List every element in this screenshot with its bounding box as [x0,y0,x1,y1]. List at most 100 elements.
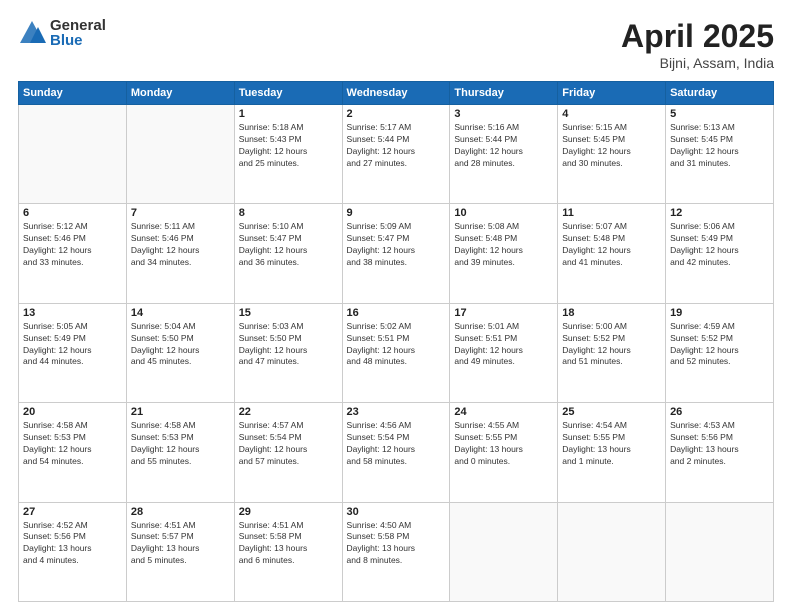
day-number: 9 [347,207,446,219]
calendar-cell [558,502,666,601]
calendar-cell [19,105,127,204]
calendar-cell: 22 Sunrise: 4:57 AM Sunset: 5:54 PM Dayli… [234,403,342,502]
day-number: 27 [23,506,122,518]
calendar-cell: 1Sunrise: 5:18 AM Sunset: 5:43 PM Daylig… [234,105,342,204]
day-number: 22 [239,406,338,418]
calendar-header-wednesday: Wednesday [342,82,450,105]
day-number: 13 [23,307,122,319]
calendar-cell [450,502,558,601]
day-info: Sunrise: 4:53 AM Sunset: 5:56 PM Dayligh… [670,420,769,468]
day-info: Sunrise: 4:58 AM Sunset: 5:53 PM Dayligh… [131,420,230,468]
day-number: 10 [454,207,553,219]
calendar-cell: 28 Sunrise: 4:51 AM Sunset: 5:57 PM Dayli… [126,502,234,601]
day-number: 16 [347,307,446,319]
day-info: Sunrise: 5:00 AM Sunset: 5:52 PM Dayligh… [562,321,661,369]
calendar-cell: 4Sunrise: 5:15 AM Sunset: 5:45 PM Daylig… [558,105,666,204]
calendar-cell: 30Sunrise: 4:50 AM Sunset: 5:58 PM Dayli… [342,502,450,601]
day-info: Sunrise: 5:06 AM Sunset: 5:49 PM Dayligh… [670,221,769,269]
calendar-cell: 12 Sunrise: 5:06 AM Sunset: 5:49 PM Dayli… [666,204,774,303]
calendar-week-row: 20 Sunrise: 4:58 AM Sunset: 5:53 PM Dayli… [19,403,774,502]
day-number: 5 [670,108,769,120]
title-month: April 2025 [621,18,774,55]
calendar-cell: 5 Sunrise: 5:13 AM Sunset: 5:45 PM Daylig… [666,105,774,204]
day-info: Sunrise: 5:17 AM Sunset: 5:44 PM Dayligh… [347,122,446,170]
calendar-cell: 20 Sunrise: 4:58 AM Sunset: 5:53 PM Dayli… [19,403,127,502]
day-number: 1 [239,108,338,120]
calendar-cell: 18 Sunrise: 5:00 AM Sunset: 5:52 PM Dayli… [558,303,666,402]
calendar-cell: 26Sunrise: 4:53 AM Sunset: 5:56 PM Dayli… [666,403,774,502]
day-info: Sunrise: 5:12 AM Sunset: 5:46 PM Dayligh… [23,221,122,269]
page: General Blue April 2025 Bijni, Assam, In… [0,0,792,612]
calendar-cell: 3 Sunrise: 5:16 AM Sunset: 5:44 PM Daylig… [450,105,558,204]
calendar-cell: 25 Sunrise: 4:54 AM Sunset: 5:55 PM Dayli… [558,403,666,502]
day-number: 3 [454,108,553,120]
calendar-cell: 15 Sunrise: 5:03 AM Sunset: 5:50 PM Dayli… [234,303,342,402]
calendar-header-sunday: Sunday [19,82,127,105]
calendar-cell: 17 Sunrise: 5:01 AM Sunset: 5:51 PM Dayli… [450,303,558,402]
day-number: 6 [23,207,122,219]
calendar-week-row: 6 Sunrise: 5:12 AM Sunset: 5:46 PM Daylig… [19,204,774,303]
calendar-cell: 11 Sunrise: 5:07 AM Sunset: 5:48 PM Dayli… [558,204,666,303]
calendar-week-row: 1Sunrise: 5:18 AM Sunset: 5:43 PM Daylig… [19,105,774,204]
day-number: 2 [347,108,446,120]
calendar-cell: 10 Sunrise: 5:08 AM Sunset: 5:48 PM Dayli… [450,204,558,303]
day-number: 15 [239,307,338,319]
header: General Blue April 2025 Bijni, Assam, In… [18,18,774,71]
calendar-header-saturday: Saturday [666,82,774,105]
calendar-cell [126,105,234,204]
calendar-cell [666,502,774,601]
day-number: 19 [670,307,769,319]
day-number: 17 [454,307,553,319]
calendar-cell: 27Sunrise: 4:52 AM Sunset: 5:56 PM Dayli… [19,502,127,601]
day-info: Sunrise: 5:01 AM Sunset: 5:51 PM Dayligh… [454,321,553,369]
day-info: Sunrise: 4:59 AM Sunset: 5:52 PM Dayligh… [670,321,769,369]
day-info: Sunrise: 5:16 AM Sunset: 5:44 PM Dayligh… [454,122,553,170]
day-number: 20 [23,406,122,418]
day-number: 7 [131,207,230,219]
day-info: Sunrise: 5:02 AM Sunset: 5:51 PM Dayligh… [347,321,446,369]
logo: General Blue [18,18,106,48]
logo-text: General Blue [50,18,106,48]
day-info: Sunrise: 5:03 AM Sunset: 5:50 PM Dayligh… [239,321,338,369]
day-info: Sunrise: 5:04 AM Sunset: 5:50 PM Dayligh… [131,321,230,369]
day-info: Sunrise: 4:51 AM Sunset: 5:57 PM Dayligh… [131,520,230,568]
day-number: 28 [131,506,230,518]
calendar-cell: 24Sunrise: 4:55 AM Sunset: 5:55 PM Dayli… [450,403,558,502]
calendar-header-friday: Friday [558,82,666,105]
day-number: 14 [131,307,230,319]
day-number: 21 [131,406,230,418]
day-number: 24 [454,406,553,418]
calendar-week-row: 27Sunrise: 4:52 AM Sunset: 5:56 PM Dayli… [19,502,774,601]
calendar-cell: 29 Sunrise: 4:51 AM Sunset: 5:58 PM Dayli… [234,502,342,601]
calendar-header-monday: Monday [126,82,234,105]
calendar-cell: 8Sunrise: 5:10 AM Sunset: 5:47 PM Daylig… [234,204,342,303]
calendar-cell: 6 Sunrise: 5:12 AM Sunset: 5:46 PM Daylig… [19,204,127,303]
day-number: 12 [670,207,769,219]
day-number: 25 [562,406,661,418]
day-info: Sunrise: 4:58 AM Sunset: 5:53 PM Dayligh… [23,420,122,468]
logo-icon [18,19,46,47]
calendar-cell: 19 Sunrise: 4:59 AM Sunset: 5:52 PM Dayli… [666,303,774,402]
day-info: Sunrise: 4:51 AM Sunset: 5:58 PM Dayligh… [239,520,338,568]
day-info: Sunrise: 5:09 AM Sunset: 5:47 PM Dayligh… [347,221,446,269]
day-number: 23 [347,406,446,418]
day-number: 18 [562,307,661,319]
day-info: Sunrise: 5:11 AM Sunset: 5:46 PM Dayligh… [131,221,230,269]
calendar-week-row: 13Sunrise: 5:05 AM Sunset: 5:49 PM Dayli… [19,303,774,402]
calendar-cell: 14 Sunrise: 5:04 AM Sunset: 5:50 PM Dayli… [126,303,234,402]
calendar-cell: 2 Sunrise: 5:17 AM Sunset: 5:44 PM Daylig… [342,105,450,204]
day-info: Sunrise: 5:07 AM Sunset: 5:48 PM Dayligh… [562,221,661,269]
day-info: Sunrise: 5:13 AM Sunset: 5:45 PM Dayligh… [670,122,769,170]
day-number: 8 [239,207,338,219]
day-info: Sunrise: 4:57 AM Sunset: 5:54 PM Dayligh… [239,420,338,468]
day-number: 11 [562,207,661,219]
day-number: 29 [239,506,338,518]
calendar-header-tuesday: Tuesday [234,82,342,105]
day-info: Sunrise: 4:54 AM Sunset: 5:55 PM Dayligh… [562,420,661,468]
day-info: Sunrise: 4:56 AM Sunset: 5:54 PM Dayligh… [347,420,446,468]
day-info: Sunrise: 5:08 AM Sunset: 5:48 PM Dayligh… [454,221,553,269]
day-number: 30 [347,506,446,518]
calendar-cell: 16 Sunrise: 5:02 AM Sunset: 5:51 PM Dayli… [342,303,450,402]
calendar-header-thursday: Thursday [450,82,558,105]
calendar-cell: 9 Sunrise: 5:09 AM Sunset: 5:47 PM Daylig… [342,204,450,303]
